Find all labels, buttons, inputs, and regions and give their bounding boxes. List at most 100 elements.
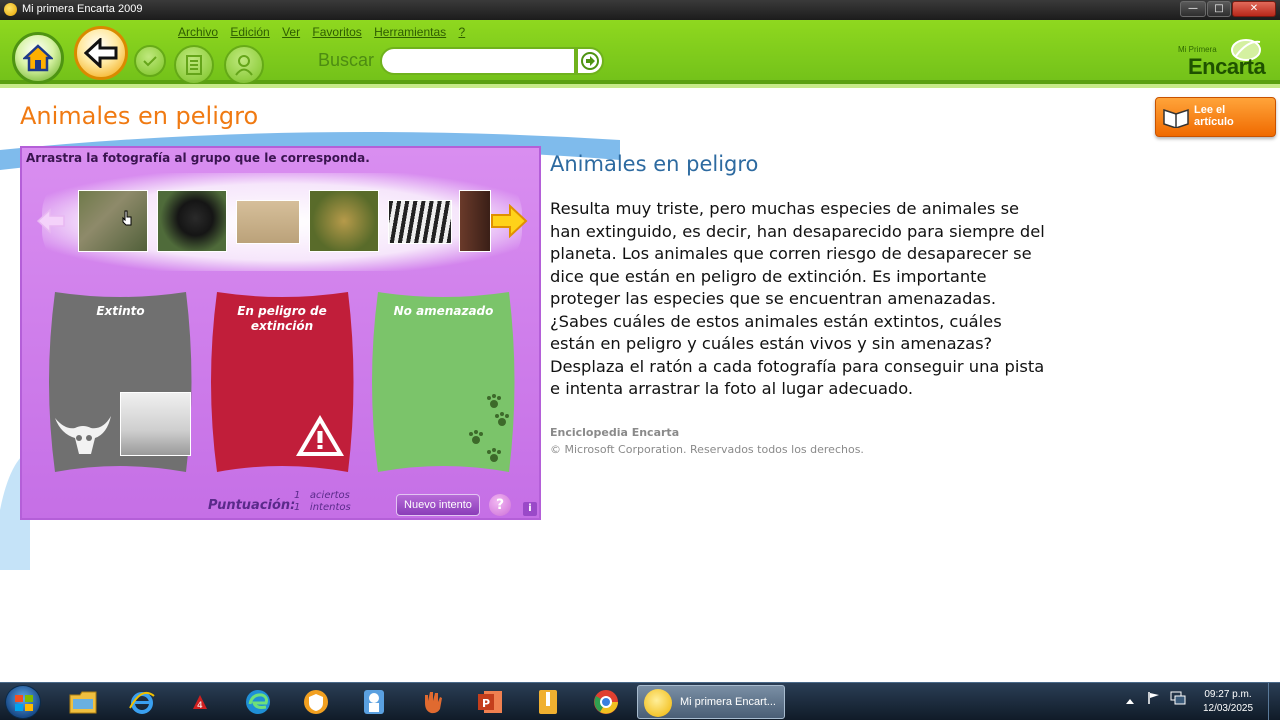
activity-instruction: Arrastra la fotografía al grupo que le c… xyxy=(26,151,370,165)
taskbar-edge[interactable] xyxy=(236,686,280,718)
forward-button[interactable] xyxy=(134,45,166,77)
check-icon xyxy=(143,56,157,67)
taskbar-app-character[interactable] xyxy=(352,686,396,718)
hand-icon xyxy=(425,692,442,714)
maximize-button[interactable]: □ xyxy=(1207,1,1231,17)
menu-help[interactable]: ? xyxy=(459,25,466,39)
search-input[interactable] xyxy=(380,47,576,75)
back-button[interactable] xyxy=(74,26,128,80)
skull-icon xyxy=(55,416,111,454)
taskbar-app-4[interactable]: 4 xyxy=(178,686,222,718)
group-not-threatened-label: No amenazado xyxy=(393,304,494,318)
group-endangered-label: En peligro de extinción xyxy=(237,304,327,333)
menu-edicion[interactable]: Edición xyxy=(230,25,269,39)
window-title: Mi primera Encarta 2009 xyxy=(22,3,143,15)
search-go-button[interactable] xyxy=(576,47,604,75)
start-button[interactable] xyxy=(5,685,41,719)
flag-icon[interactable] xyxy=(1147,691,1161,705)
windows-logo-icon xyxy=(15,695,33,711)
taskbar-clock[interactable]: 09:27 p.m. 12/03/2025 xyxy=(1196,688,1260,716)
photo-dry-animal[interactable] xyxy=(236,200,300,244)
logo-title: Encarta xyxy=(1188,54,1266,79)
group-extinct-label: Extinto xyxy=(96,304,145,318)
system-tray xyxy=(1125,691,1186,708)
window-titlebar[interactable]: Mi primera Encarta 2009 — □ ✕ xyxy=(0,0,1280,20)
menu-ver[interactable]: Ver xyxy=(282,25,300,39)
photo-gorilla[interactable] xyxy=(157,190,227,252)
score-values: 1 aciertos 1 intentos xyxy=(294,490,351,514)
minimize-button[interactable]: — xyxy=(1180,1,1206,17)
taskbar-internet-explorer[interactable] xyxy=(120,686,164,718)
svg-text:4: 4 xyxy=(197,701,203,711)
read-article-button[interactable]: Lee el artículo xyxy=(1155,97,1276,137)
show-desktop-button[interactable] xyxy=(1268,683,1280,720)
photo-zebra[interactable] xyxy=(388,200,452,244)
powerpoint-icon: P xyxy=(478,691,502,713)
article-copyright: © Microsoft Corporation. Reservados todo… xyxy=(550,443,864,456)
main-toolbar: Archivo Edición Ver Favoritos Herramient… xyxy=(0,20,1280,88)
photo-leopard[interactable] xyxy=(309,190,379,252)
document-icon xyxy=(186,55,202,75)
tries-value: 1 xyxy=(294,502,301,513)
menu-favoritos[interactable]: Favoritos xyxy=(312,25,361,39)
archive-icon xyxy=(539,690,557,714)
photo-dodo-placed[interactable] xyxy=(120,392,191,456)
encarta-taskbar-icon xyxy=(644,689,672,717)
search-label: Buscar xyxy=(318,50,375,70)
red-app-icon: 4 xyxy=(193,695,207,711)
home-icon xyxy=(23,44,53,72)
tray-expand-icon[interactable] xyxy=(1125,697,1135,705)
group-extinct[interactable]: Extinto xyxy=(43,288,198,476)
clock-time: 09:27 p.m. xyxy=(1204,689,1252,700)
clock-date: 12/03/2025 xyxy=(1202,703,1254,714)
edge-icon xyxy=(246,690,270,714)
arrow-left-icon xyxy=(84,38,118,68)
photo-hippopotamus[interactable] xyxy=(78,190,148,252)
activity-panel: Arrastra la fotografía al grupo que le c… xyxy=(20,146,541,520)
score-label: Puntuación: xyxy=(208,498,296,513)
article-source: Enciclopedia Encarta xyxy=(550,426,680,439)
games-button[interactable] xyxy=(224,45,264,85)
network-icon[interactable] xyxy=(1170,691,1186,705)
windows-taskbar: 4 P Mi primera Encart... 09:27 p.m. 12/0… xyxy=(0,682,1280,720)
menu-bar: Archivo Edición Ver Favoritos Herramient… xyxy=(178,25,474,39)
book-icon xyxy=(1163,108,1189,128)
menu-herramientas[interactable]: Herramientas xyxy=(374,25,446,39)
arrow-right-circle-icon xyxy=(581,52,599,70)
taskbar-archive[interactable] xyxy=(526,686,570,718)
group-not-threatened[interactable]: No amenazado xyxy=(366,288,521,476)
taskbar-explorer[interactable] xyxy=(61,686,105,718)
taskbar-active-window[interactable]: Mi primera Encart... xyxy=(637,685,785,719)
menu-archivo[interactable]: Archivo xyxy=(178,25,218,39)
encarta-app-icon xyxy=(4,3,17,16)
logo-subtitle: Mi Primera xyxy=(1178,45,1217,54)
index-button[interactable] xyxy=(174,45,214,85)
photo-partial[interactable] xyxy=(459,190,491,252)
read-article-label-2: artículo xyxy=(1194,116,1234,128)
group-endangered[interactable]: En peligro de extinción xyxy=(205,288,360,476)
taskbar-app-security[interactable] xyxy=(294,686,338,718)
page-title: Animales en peligro xyxy=(20,102,259,130)
read-article-label-1: Lee el xyxy=(1194,104,1226,116)
hits-label: aciertos xyxy=(309,490,350,501)
internet-explorer-icon xyxy=(129,692,155,714)
info-button[interactable]: i xyxy=(523,502,537,516)
article-title: Animales en peligro xyxy=(550,152,759,176)
close-button[interactable]: ✕ xyxy=(1232,1,1276,17)
taskbar-powerpoint[interactable]: P xyxy=(468,686,512,718)
taskbar-app-hand[interactable] xyxy=(410,686,454,718)
hand-cursor-icon xyxy=(122,210,132,226)
arrow-left-icon[interactable] xyxy=(36,208,66,234)
encarta-logo: Mi Primera Encarta xyxy=(1178,39,1278,82)
home-button[interactable] xyxy=(12,32,64,84)
taskbar-chrome[interactable] xyxy=(584,686,628,718)
paw-prints-icon xyxy=(469,394,509,462)
article-body: Resulta muy triste, pero muchas especies… xyxy=(550,199,1045,398)
folder-icon xyxy=(69,691,97,714)
arrow-right-icon[interactable] xyxy=(490,204,528,238)
character-icon xyxy=(364,690,384,714)
warning-icon xyxy=(296,415,344,456)
chrome-icon xyxy=(594,690,618,714)
retry-button[interactable]: Nuevo intento xyxy=(396,494,480,516)
help-button[interactable]: ? xyxy=(489,494,511,516)
